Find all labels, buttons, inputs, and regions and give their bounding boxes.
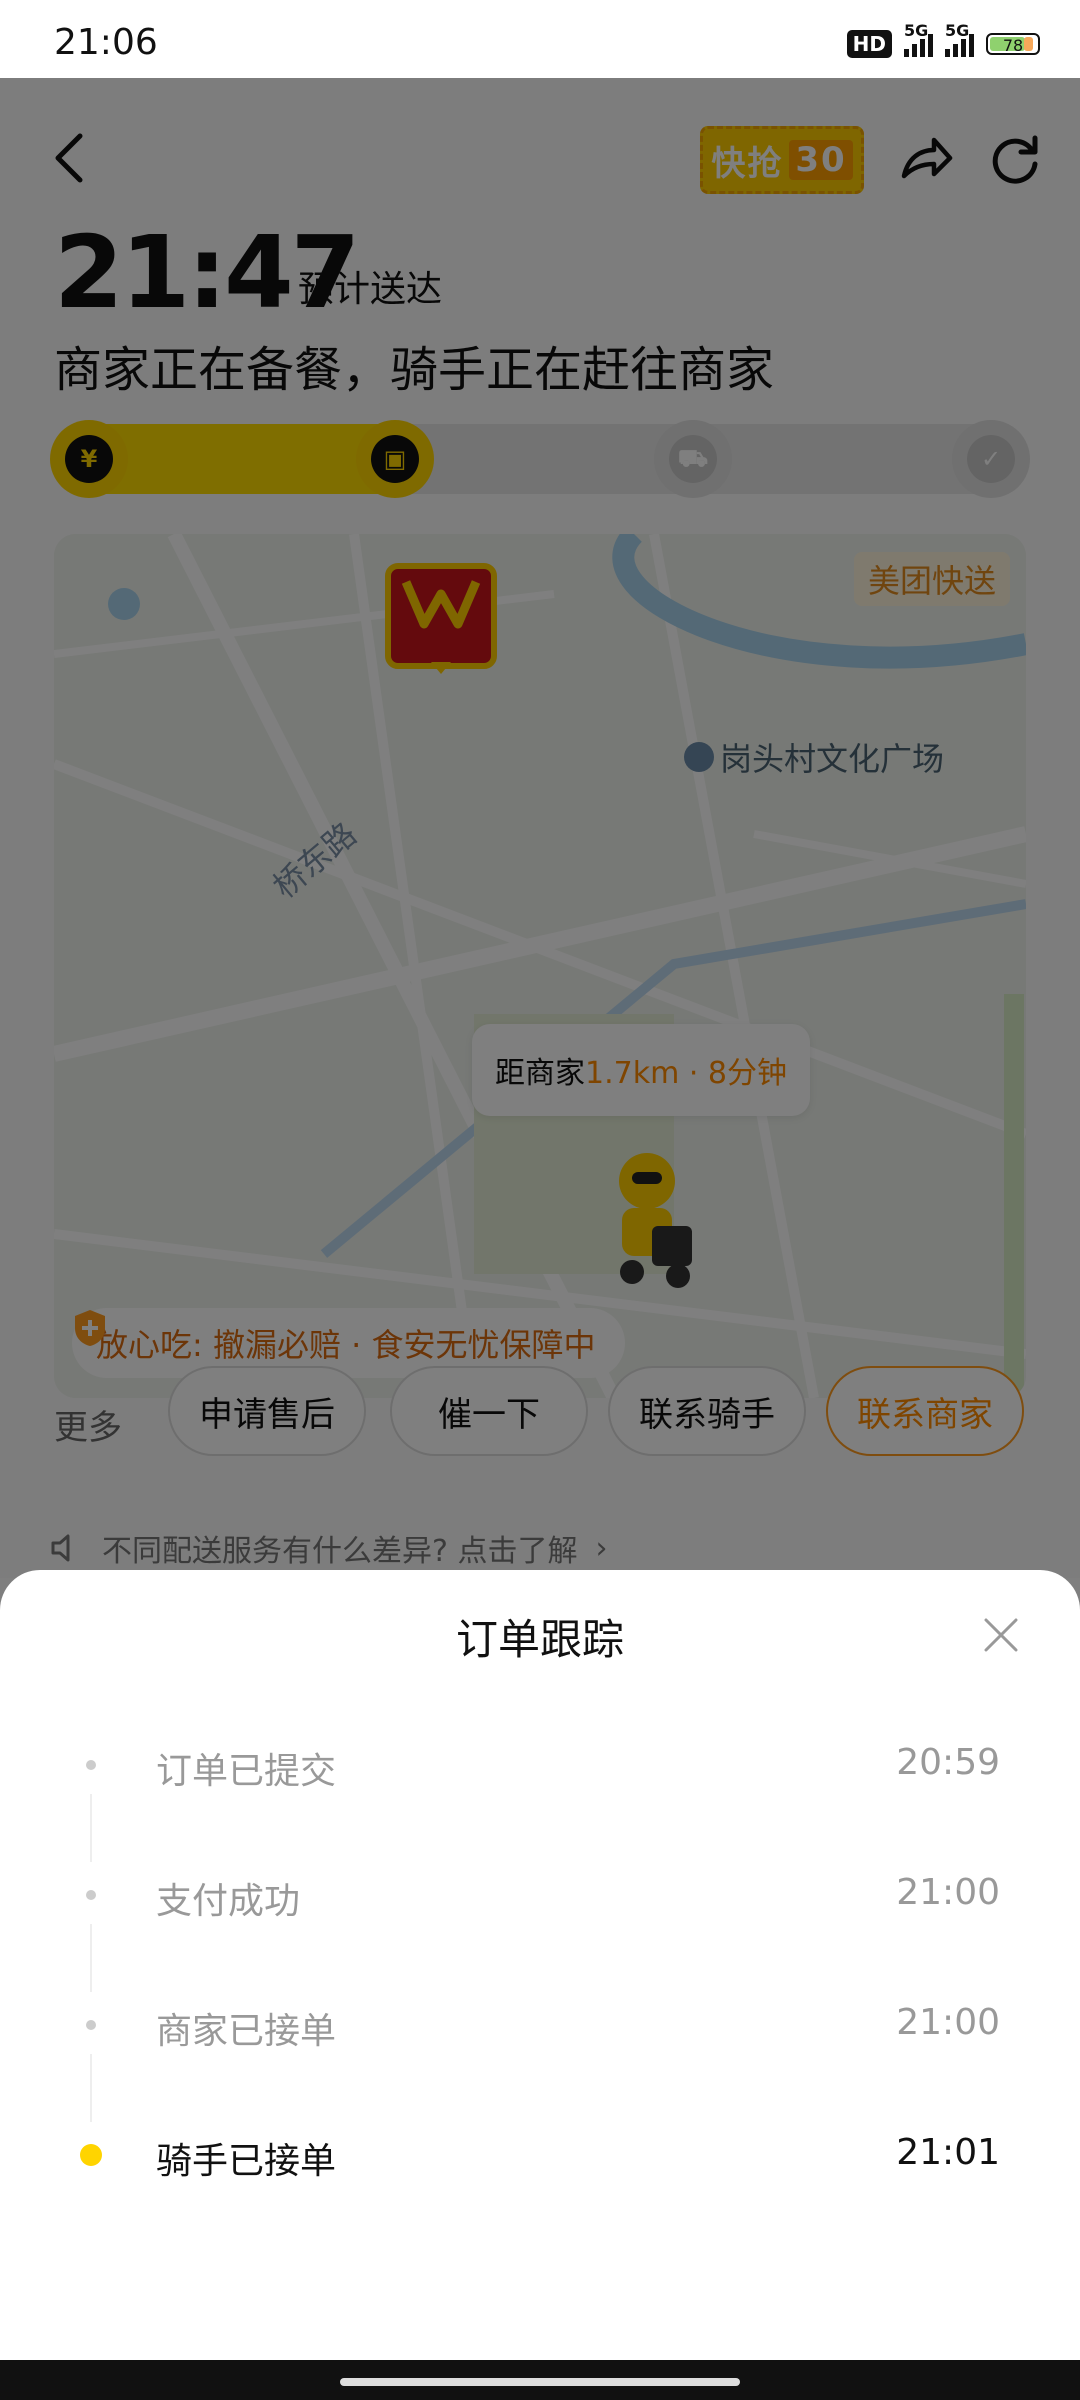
timeline-item: 支付成功 21:00 xyxy=(0,1866,1080,1926)
timeline-connector xyxy=(90,2054,92,2122)
timeline-item: 订单已提交 20:59 xyxy=(0,1736,1080,1796)
timeline-time: 21:00 xyxy=(896,2002,1000,2043)
timeline-time: 20:59 xyxy=(896,1742,1000,1783)
timeline-connector xyxy=(90,1924,92,1992)
status-bar: 21:06 HD 5G 5G 78 xyxy=(0,0,1080,78)
close-icon xyxy=(984,1618,1018,1652)
signal-icon: 5G xyxy=(945,21,974,57)
timeline-item-current: 骑手已接单 21:01 xyxy=(0,2126,1080,2186)
timeline-dot xyxy=(86,1760,96,1770)
timeline-time: 21:01 xyxy=(896,2132,1000,2173)
hd-icon: HD xyxy=(846,30,892,58)
order-tracking-sheet: 订单跟踪 订单已提交 20:59 支付成功 21:00 商家已接单 21:00 … xyxy=(0,1570,1080,2360)
timeline-dot xyxy=(86,2020,96,2030)
timeline-connector xyxy=(90,1794,92,1862)
timeline-label: 订单已提交 xyxy=(156,1751,337,1792)
battery-level: 78 xyxy=(1002,36,1024,55)
sheet-title: 订单跟踪 xyxy=(455,1615,624,1664)
battery-icon: 78 xyxy=(986,33,1040,55)
timeline-label: 商家已接单 xyxy=(156,2011,337,2052)
home-indicator[interactable] xyxy=(340,2378,740,2386)
network-label: 5G xyxy=(945,21,970,40)
status-time: 21:06 xyxy=(54,22,158,63)
status-icons: HD 5G 5G 78 xyxy=(846,21,1040,58)
timeline-dot-active xyxy=(80,2144,102,2166)
timeline-label: 支付成功 xyxy=(156,1881,301,1922)
timeline-item: 商家已接单 21:00 xyxy=(0,1996,1080,2056)
timeline-dot xyxy=(86,1890,96,1900)
network-label: 5G xyxy=(904,21,929,40)
close-button[interactable] xyxy=(980,1614,1022,1656)
signal-icon: 5G xyxy=(904,21,933,57)
timeline-label: 骑手已接单 xyxy=(156,2141,337,2182)
timeline-time: 21:00 xyxy=(896,1872,1000,1913)
